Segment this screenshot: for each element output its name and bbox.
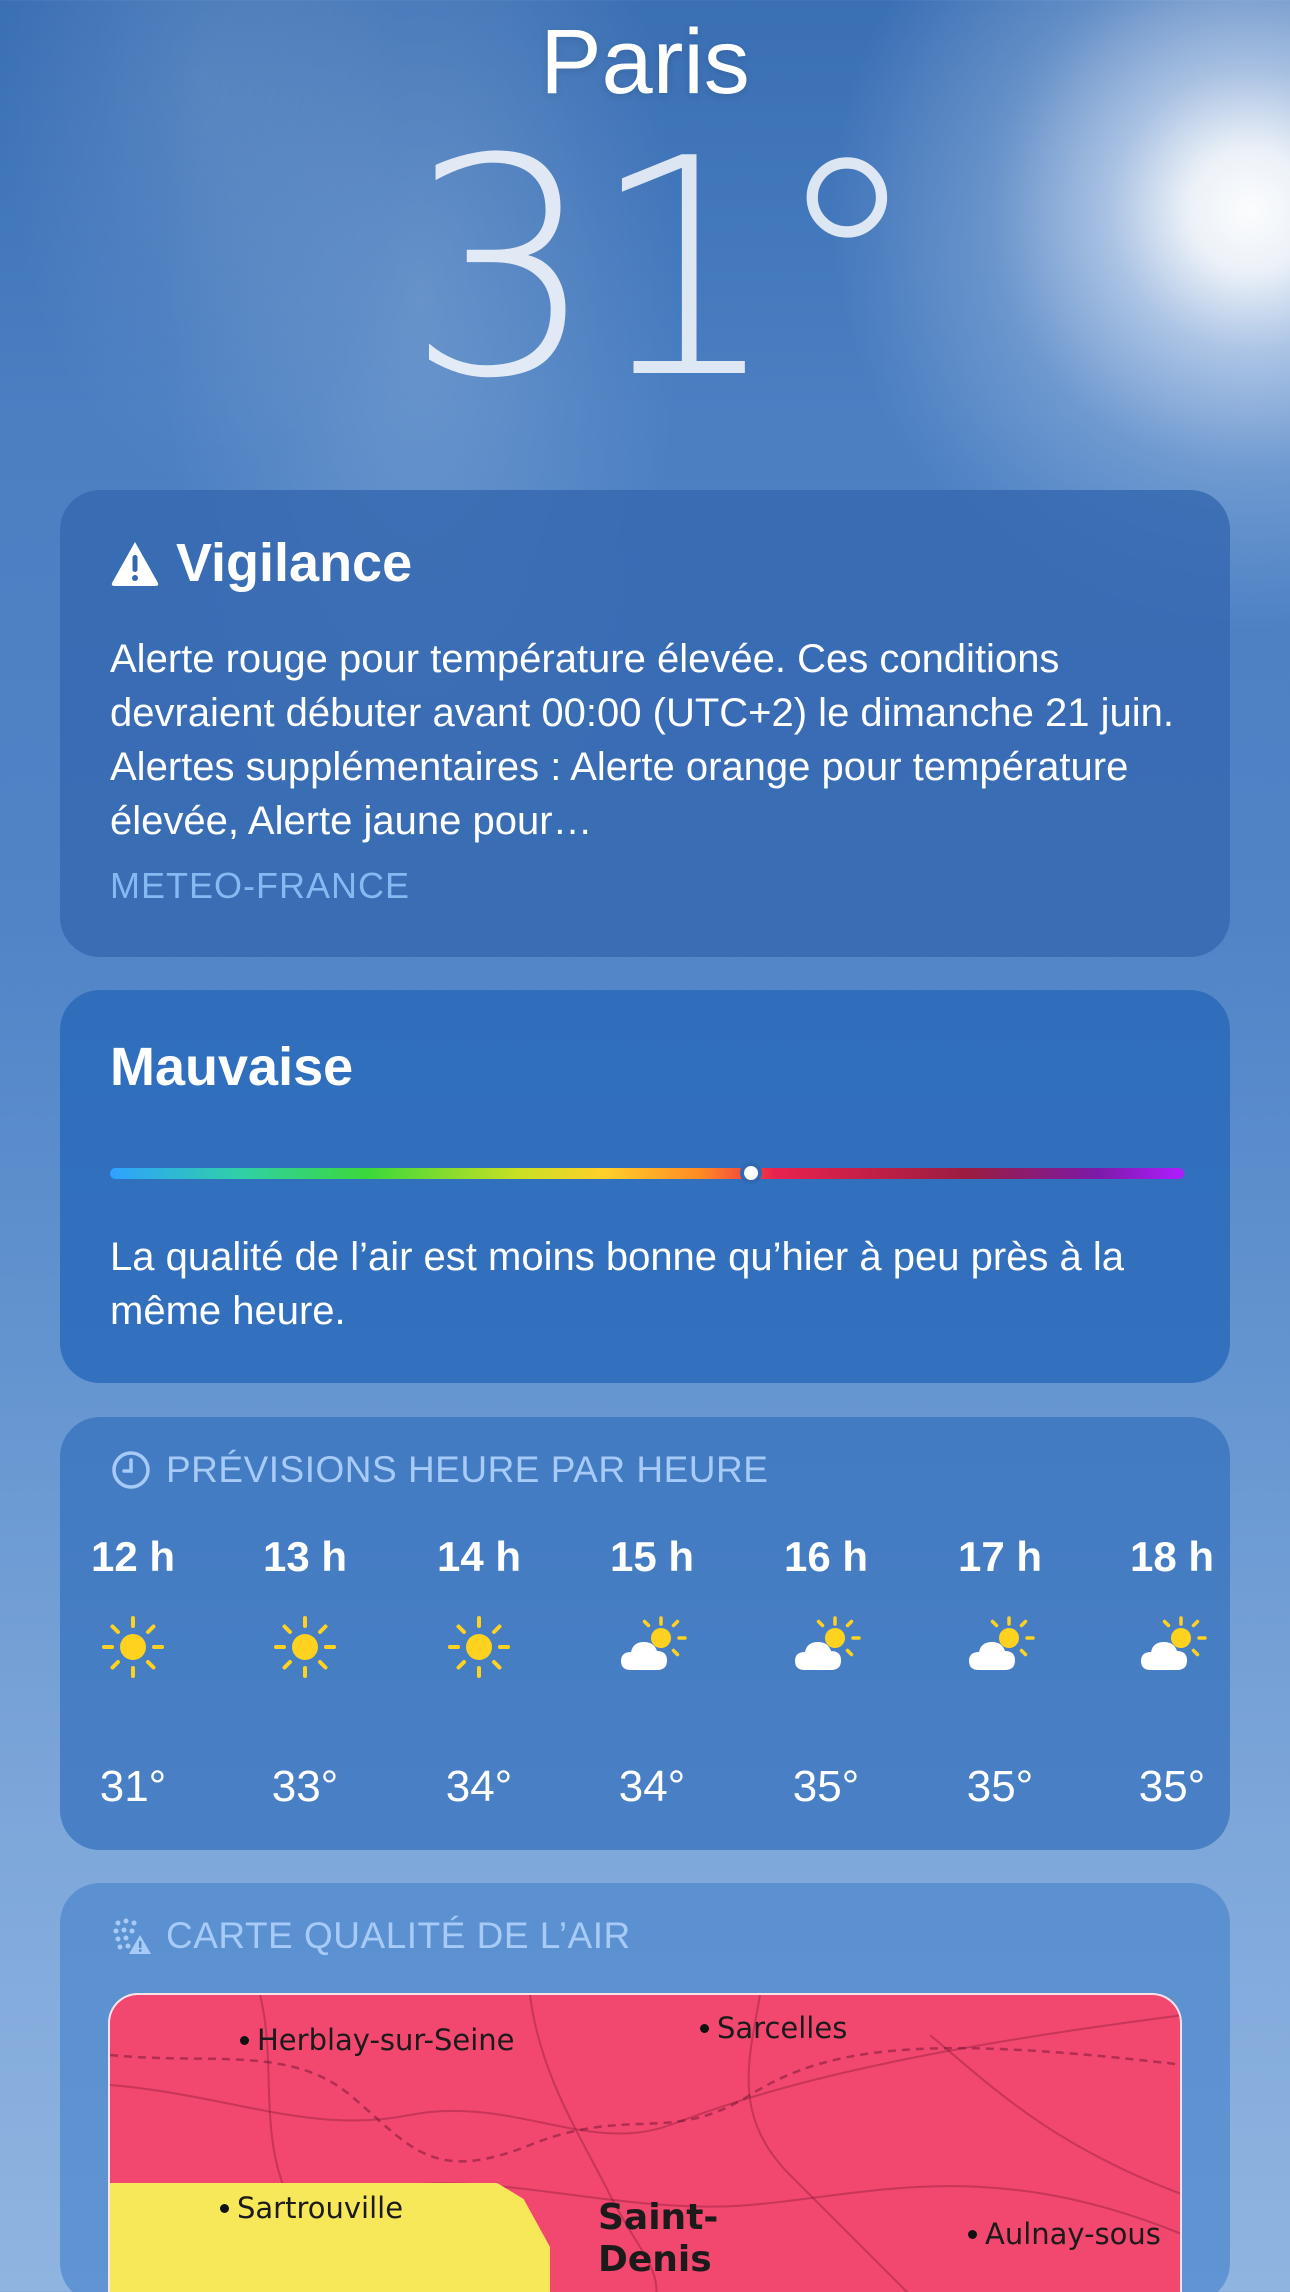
hour-temperature: 35° <box>966 1762 1034 1811</box>
partly-cloudy-icon <box>572 1587 732 1707</box>
hour-item: 13 h 33° <box>225 1527 385 1817</box>
hour-label: 15 h <box>609 1533 695 1580</box>
sun-icon <box>225 1587 385 1707</box>
air-quality-level: Mauvaise <box>110 1037 354 1097</box>
air-quality-indicator <box>740 1162 763 1184</box>
place-sartrouville: Sartrouville <box>220 2191 403 2225</box>
air-quality-map[interactable]: Herblay-sur-Seine Sarcelles Sartrouville… <box>108 1993 1182 2292</box>
air-quality-map-card[interactable]: CARTE QUALITÉ DE L’AIR Herblay-sur-Seine… <box>60 1883 1230 2292</box>
hour-item: 14 h 34° <box>399 1527 559 1817</box>
partly-cloudy-icon <box>746 1587 906 1707</box>
hour-item: 15 h 34° <box>572 1527 732 1817</box>
hour-item: 12 h 31° <box>60 1527 213 1817</box>
clock-icon <box>112 1451 150 1489</box>
hour-label: 16 h <box>783 1533 869 1580</box>
hour-temperature: 35° <box>1138 1762 1206 1811</box>
sun-icon <box>60 1587 213 1707</box>
air-quality-scale-bar <box>110 1168 1184 1179</box>
hour-item: 16 h 35° <box>746 1527 906 1817</box>
air-quality-map-title: CARTE QUALITÉ DE L’AIR <box>166 1915 631 1956</box>
hour-label: 18 h <box>1129 1533 1215 1580</box>
hourly-forecast-header: PRÉVISIONS HEURE PAR HEURE <box>110 1449 768 1491</box>
weather-alert-card[interactable]: Vigilance Alerte rouge pour température … <box>60 490 1230 957</box>
alert-description: Alerte rouge pour température élevée. Ce… <box>110 637 1174 843</box>
hour-temperature: 34° <box>445 1762 513 1811</box>
hour-temperature: 33° <box>271 1762 339 1811</box>
alert-title-text: Vigilance <box>176 533 413 593</box>
air-quality-description: La qualité de l’air est moins bonne qu’h… <box>110 1235 1124 1333</box>
alert-title: Vigilance <box>110 532 412 594</box>
hour-label: 12 h <box>90 1533 176 1580</box>
current-temperature: 31° <box>406 95 922 444</box>
place-sarcelles: Sarcelles <box>700 2011 847 2045</box>
warning-triangle-icon <box>111 542 159 586</box>
hour-item: 17 h 35° <box>920 1527 1080 1817</box>
hour-temperature: 35° <box>792 1762 860 1811</box>
hourly-forecast-scroller[interactable]: 12 h 31° 13 h 33° 14 h 34° 15 h 34° 16 h 35° 17 h 3… <box>60 1527 1230 1827</box>
hour-label: 13 h <box>262 1533 348 1580</box>
air-quality-map-header: CARTE QUALITÉ DE L’AIR <box>110 1915 631 1957</box>
sun-icon <box>399 1587 559 1707</box>
partly-cloudy-icon <box>920 1587 1080 1707</box>
hour-temperature: 31° <box>99 1762 167 1811</box>
hourly-forecast-title: PRÉVISIONS HEURE PAR HEURE <box>166 1449 769 1490</box>
place-saint-denis: Saint- Denis <box>598 2197 719 2280</box>
partly-cloudy-icon <box>1092 1587 1230 1707</box>
hour-item: 18 h 35° <box>1092 1527 1230 1817</box>
hourly-forecast-card[interactable]: PRÉVISIONS HEURE PAR HEURE 12 h 31° 13 h 33… <box>60 1417 1230 1850</box>
alert-source[interactable]: METEO-FRANCE <box>110 865 410 907</box>
air-quality-card[interactable]: Mauvaise La qualité de l’air est moins b… <box>60 990 1230 1383</box>
air-quality-map-icon <box>113 1918 151 1954</box>
hour-temperature: 34° <box>618 1762 686 1811</box>
place-aulnay: Aulnay-sous <box>968 2217 1161 2251</box>
place-herblay: Herblay-sur-Seine <box>240 2023 514 2057</box>
hour-label: 14 h <box>436 1533 522 1580</box>
hour-label: 17 h <box>957 1533 1043 1580</box>
